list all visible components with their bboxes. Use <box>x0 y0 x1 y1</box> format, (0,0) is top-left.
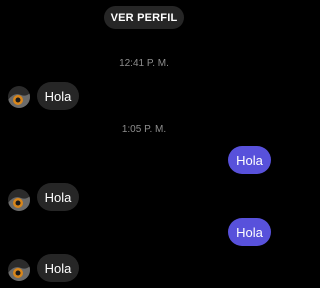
contact-avatar-icon[interactable] <box>8 189 30 211</box>
outgoing-message-bubble[interactable]: Hola <box>228 218 271 246</box>
incoming-message-bubble[interactable]: Hola <box>37 183 79 211</box>
outgoing-message-bubble[interactable]: Hola <box>228 146 271 174</box>
chat-thread: VER PERFIL 12:41 P. M. Hola 1:05 P. M. H… <box>0 0 288 288</box>
contact-avatar-icon[interactable] <box>8 86 30 108</box>
contact-avatar-icon[interactable] <box>8 259 30 281</box>
view-profile-button[interactable]: VER PERFIL <box>104 6 184 29</box>
timestamp: 1:05 P. M. <box>121 124 167 135</box>
timestamp: 12:41 P. M. <box>119 58 169 69</box>
incoming-message-bubble[interactable]: Hola <box>37 82 79 110</box>
incoming-message-bubble[interactable]: Hola <box>37 254 79 282</box>
